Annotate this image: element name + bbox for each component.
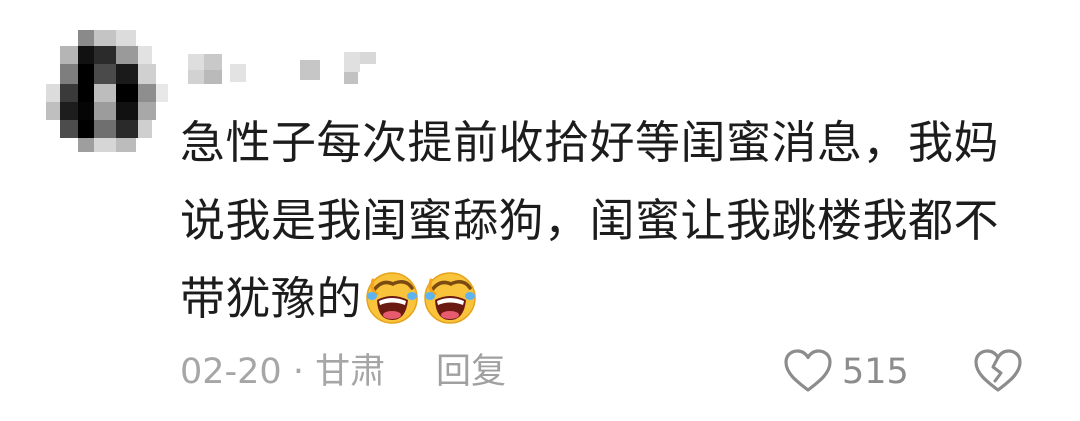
comment-location: 甘肃 bbox=[315, 352, 386, 392]
broken-heart-icon[interactable] bbox=[973, 348, 1023, 394]
time-location: 02-20 · 甘肃 bbox=[180, 342, 385, 402]
comment-line-2: 说我是我闺蜜舔狗，闺蜜让我跳楼我都不 bbox=[180, 194, 1000, 247]
rofl-icon bbox=[364, 270, 420, 326]
heart-icon bbox=[784, 349, 832, 392]
username[interactable] bbox=[188, 50, 388, 86]
comment-line-1: 急性子每次提前收拾好等闺蜜消息，我妈 bbox=[180, 116, 1000, 169]
comment-item: 急性子每次提前收拾好等闺蜜消息，我妈 说我是我闺蜜舔狗，闺蜜让我跳楼我都不 带犹… bbox=[0, 0, 1080, 421]
reply-button[interactable]: 回复 bbox=[436, 342, 506, 402]
separator-dot: · bbox=[281, 352, 316, 392]
comment-line-3: 带犹豫的 bbox=[180, 272, 363, 325]
comment-footer: 02-20 · 甘肃 回复 515 bbox=[180, 342, 1040, 402]
like-count: 515 bbox=[842, 352, 909, 392]
avatar[interactable] bbox=[40, 30, 170, 155]
comment-text: 急性子每次提前收拾好等闺蜜消息，我妈 说我是我闺蜜舔狗，闺蜜让我跳楼我都不 带犹… bbox=[180, 104, 1040, 338]
rofl-icon bbox=[422, 270, 478, 326]
comment-date: 02-20 bbox=[180, 352, 282, 392]
